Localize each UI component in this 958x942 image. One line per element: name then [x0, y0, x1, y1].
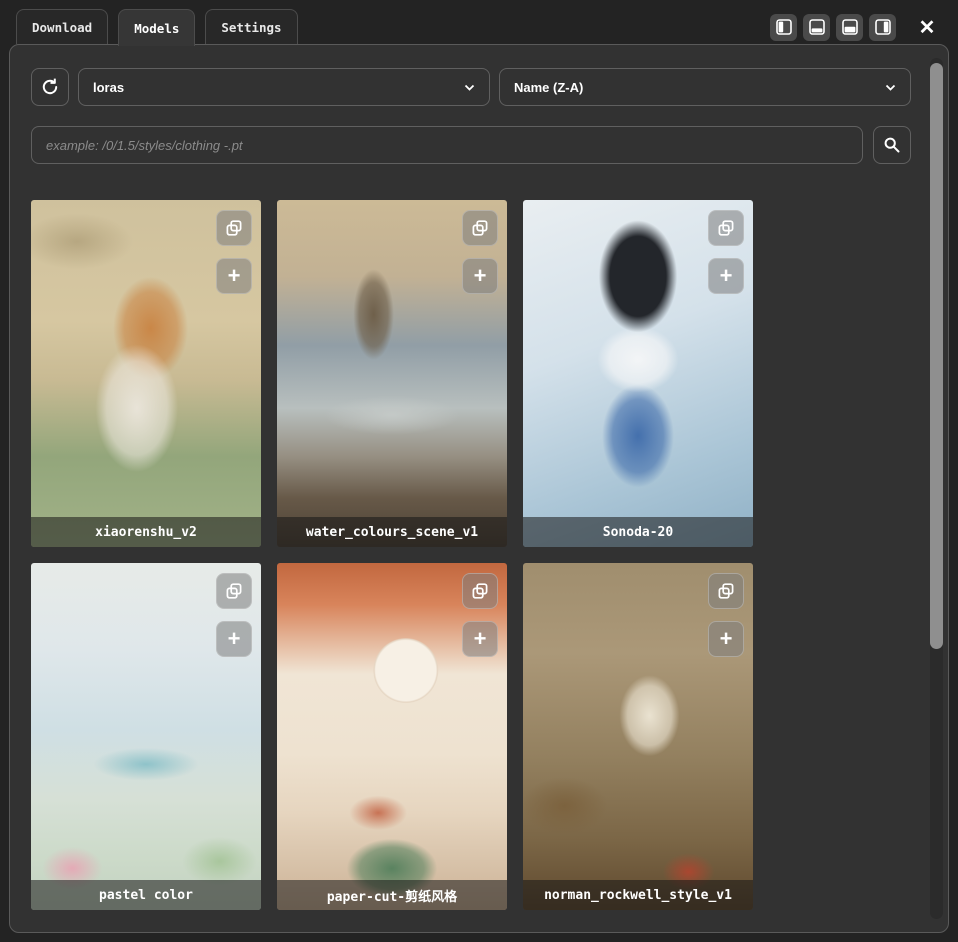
- tab-download[interactable]: Download: [16, 9, 108, 44]
- add-node-button[interactable]: +: [216, 258, 252, 294]
- copy-icon: [471, 582, 489, 600]
- model-name: water_colours_scene_v1: [277, 517, 507, 547]
- models-panel: loras Name (Z-A): [9, 44, 949, 933]
- copy-icon: [717, 219, 735, 237]
- model-card[interactable]: + paper-cut-剪纸风格: [277, 563, 507, 910]
- copy-name-button[interactable]: [708, 573, 744, 609]
- model-card[interactable]: + xiaorenshu_v2: [31, 200, 261, 547]
- model-name: xiaorenshu_v2: [31, 517, 261, 547]
- search-button[interactable]: [873, 126, 911, 164]
- model-name: pastel color: [31, 880, 261, 910]
- model-card[interactable]: + Sonoda-20: [523, 200, 753, 547]
- scrollbar-track[interactable]: [930, 58, 943, 919]
- sort-value: Name (Z-A): [514, 80, 583, 95]
- scrollbar-thumb[interactable]: [930, 63, 943, 649]
- model-manager-window: loras Name (Z-A): [0, 0, 958, 942]
- model-type-select[interactable]: loras: [78, 68, 490, 106]
- card-actions: +: [708, 573, 744, 657]
- plus-icon: +: [228, 265, 241, 287]
- dock-right-button[interactable]: [869, 14, 896, 41]
- plus-icon: +: [720, 628, 733, 650]
- plus-icon: +: [474, 628, 487, 650]
- model-card[interactable]: + water_colours_scene_v1: [277, 200, 507, 547]
- search-row: [31, 126, 911, 164]
- copy-icon: [717, 582, 735, 600]
- add-node-button[interactable]: +: [462, 621, 498, 657]
- toolbar: loras Name (Z-A): [31, 68, 911, 106]
- card-actions: +: [708, 210, 744, 294]
- plus-icon: +: [474, 265, 487, 287]
- card-actions: +: [216, 210, 252, 294]
- dock-top-icon: [842, 19, 858, 35]
- model-card[interactable]: + norman_rockwell_style_v1: [523, 563, 753, 910]
- card-actions: +: [462, 210, 498, 294]
- tab-models[interactable]: Models: [118, 9, 195, 46]
- plus-icon: +: [228, 628, 241, 650]
- plus-icon: +: [720, 265, 733, 287]
- close-icon: ✕: [919, 15, 936, 40]
- window-controls: ✕: [770, 12, 942, 42]
- add-node-button[interactable]: +: [216, 621, 252, 657]
- close-button[interactable]: ✕: [912, 12, 942, 42]
- add-node-button[interactable]: +: [462, 258, 498, 294]
- copy-name-button[interactable]: [708, 210, 744, 246]
- copy-icon: [225, 582, 243, 600]
- dock-right-icon: [875, 19, 891, 35]
- dock-bottom-button[interactable]: [803, 14, 830, 41]
- dock-top-button[interactable]: [836, 14, 863, 41]
- copy-icon: [225, 219, 243, 237]
- chevron-down-icon: [464, 82, 475, 93]
- model-grid: + xiaorenshu_v2: [31, 200, 911, 910]
- model-type-value: loras: [93, 80, 124, 95]
- card-actions: +: [216, 573, 252, 657]
- model-name: norman_rockwell_style_v1: [523, 880, 753, 910]
- search-icon: [883, 136, 901, 154]
- copy-name-button[interactable]: [216, 573, 252, 609]
- refresh-icon: [40, 77, 60, 97]
- dock-left-button[interactable]: [770, 14, 797, 41]
- refresh-button[interactable]: [31, 68, 69, 106]
- copy-name-button[interactable]: [216, 210, 252, 246]
- copy-icon: [471, 219, 489, 237]
- search-input[interactable]: [31, 126, 863, 164]
- card-actions: +: [462, 573, 498, 657]
- dock-bottom-icon: [809, 19, 825, 35]
- model-name: Sonoda-20: [523, 517, 753, 547]
- sort-select[interactable]: Name (Z-A): [499, 68, 911, 106]
- add-node-button[interactable]: +: [708, 621, 744, 657]
- copy-name-button[interactable]: [462, 210, 498, 246]
- copy-name-button[interactable]: [462, 573, 498, 609]
- chevron-down-icon: [885, 82, 896, 93]
- tab-bar: Download Models Settings: [16, 9, 298, 46]
- dock-left-icon: [776, 19, 792, 35]
- panel-content: loras Name (Z-A): [11, 46, 947, 931]
- model-name: paper-cut-剪纸风格: [277, 880, 507, 910]
- tab-settings[interactable]: Settings: [205, 9, 297, 44]
- model-card[interactable]: + pastel color: [31, 563, 261, 910]
- add-node-button[interactable]: +: [708, 258, 744, 294]
